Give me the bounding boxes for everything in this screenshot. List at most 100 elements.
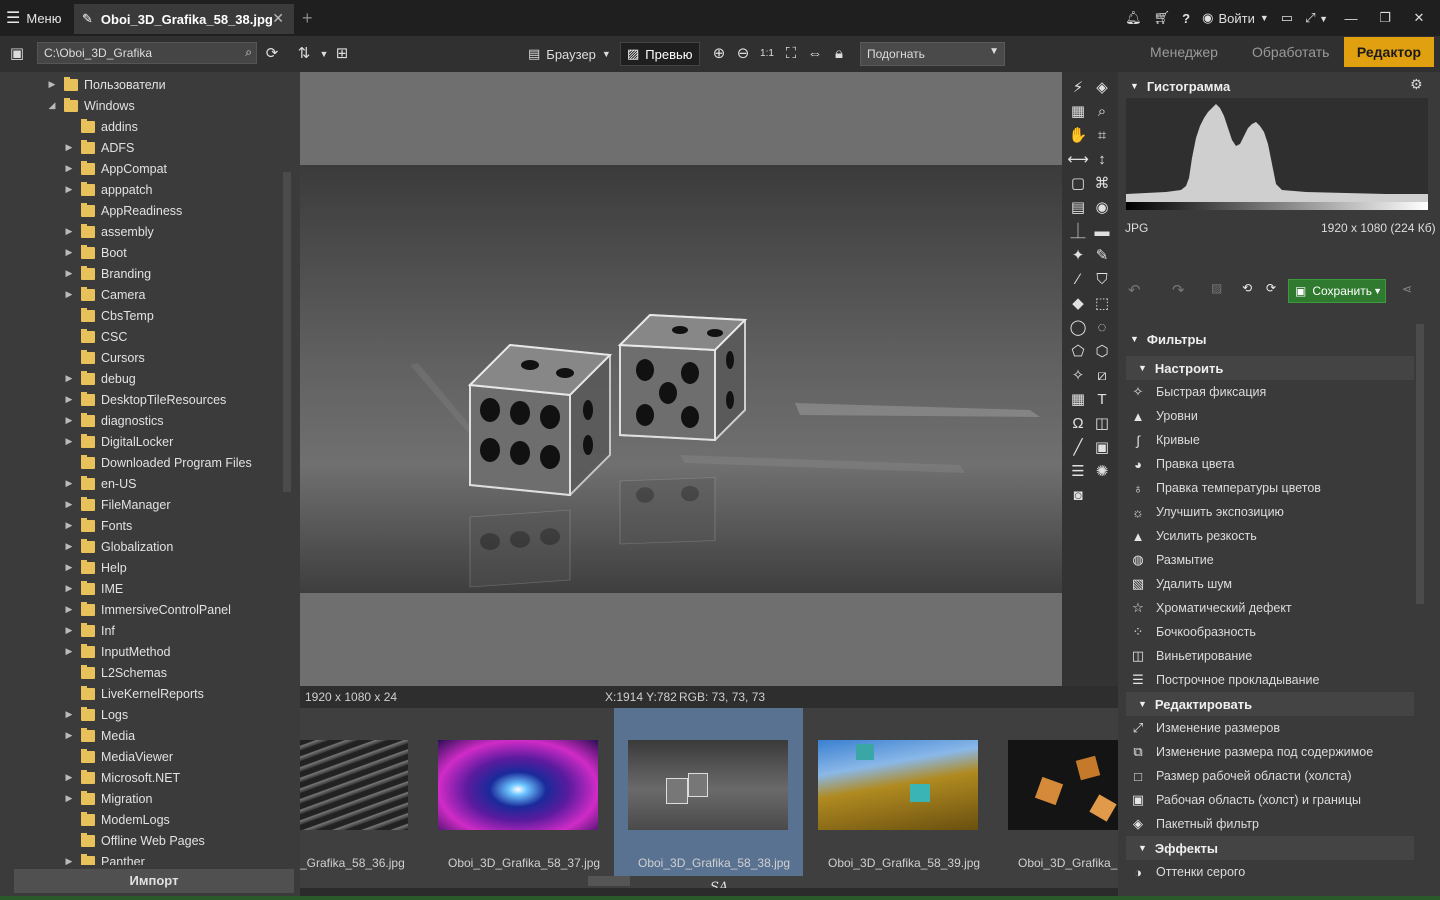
filter-group-header[interactable]: ▼ Настроить [1126, 356, 1414, 380]
refresh-icon[interactable]: ⟳ [262, 44, 282, 64]
rotate-right-icon[interactable]: ⟳ [1266, 281, 1276, 295]
fit-width-icon[interactable]: ⇔ [805, 44, 825, 64]
collapsed-chevron-icon[interactable]: ▶ [63, 520, 75, 531]
lightning-icon[interactable]: ⚡ [1067, 77, 1089, 99]
collapsed-chevron-icon[interactable]: ▶ [63, 415, 75, 426]
rotate-left-icon[interactable]: ⟲ [1242, 281, 1252, 295]
collapsed-chevron-icon[interactable]: ▶ [63, 583, 75, 594]
filter-item[interactable]: ◍ Размытие [1130, 548, 1213, 572]
restore-button[interactable]: ❐ [1374, 10, 1396, 26]
menu-button[interactable]: ☰ Меню [6, 8, 61, 28]
zoom-in-icon[interactable]: ⊕ [709, 44, 729, 64]
histogram-settings-icon[interactable]: ⚙ [1410, 76, 1423, 93]
fit-screen-icon[interactable]: ⛶ [781, 44, 801, 64]
tree-item[interactable]: ▶ Camera [63, 284, 145, 305]
tree-item[interactable]: Offline Web Pages [63, 830, 205, 851]
zoom-out-icon[interactable]: ⊖ [733, 44, 753, 64]
image-canvas[interactable]: ▼ [300, 72, 1093, 686]
sort-chevron-icon[interactable]: ▼ [314, 44, 334, 64]
frame-icon[interactable]: ▣ [1091, 437, 1113, 459]
search-icon[interactable]: ⌕ [245, 45, 252, 60]
close-button[interactable]: ✕ [1408, 10, 1430, 26]
collapsed-chevron-icon[interactable]: ▶ [63, 730, 75, 741]
filter-item[interactable]: ◈ Пакетный фильтр [1130, 812, 1259, 836]
collapsed-chevron-icon[interactable]: ▶ [63, 436, 75, 447]
help-icon[interactable]: ? [1182, 11, 1190, 26]
filter-item[interactable]: ▧ Удалить шум [1130, 572, 1232, 596]
filmstrip-item[interactable]: _Grafika_58_36.jpg [300, 708, 408, 876]
stamp-icon[interactable]: ⏊ [1067, 221, 1089, 243]
filter-item[interactable]: ⁘ Бочкообразность [1130, 620, 1256, 644]
collapsed-chevron-icon[interactable]: ▶ [63, 373, 75, 384]
lasso-icon[interactable]: ◌ [1091, 317, 1113, 339]
tree-item[interactable]: ▶ Boot [63, 242, 127, 263]
sort-icon[interactable]: ⇅ [294, 44, 314, 64]
tree-item[interactable]: MediaViewer [63, 746, 173, 767]
tree-item[interactable]: ▶ Inf [63, 620, 115, 641]
eye-swap-icon[interactable]: ◈ [1091, 77, 1113, 99]
chevron-down-icon[interactable]: ▼ [1373, 286, 1382, 296]
poly-lasso-icon[interactable]: ⬠ [1067, 341, 1089, 363]
tree-item[interactable]: ▶ Migration [63, 788, 152, 809]
tree-item[interactable]: ▶ Panther [63, 851, 145, 865]
filter-item[interactable]: ▣ Рабочая область (холст) и границы [1130, 788, 1361, 812]
filter-group-header[interactable]: ▼ Редактировать [1126, 692, 1414, 716]
collapsed-chevron-icon[interactable]: ▶ [63, 289, 75, 300]
filter-item[interactable]: ⤢ Изменение размеров [1130, 716, 1280, 740]
shape-icon[interactable]: Ω [1067, 413, 1089, 435]
filmstrip-item-selected[interactable]: Oboi_3D_Grafika_58_38.jpg [614, 708, 803, 876]
tree-item[interactable]: addins [63, 116, 138, 137]
crop-icon[interactable]: ⌗ [1091, 125, 1113, 147]
tab-editor[interactable]: Редактор [1344, 37, 1434, 67]
grid-select-icon[interactable]: ▦ [1067, 101, 1089, 123]
hand-icon[interactable]: ✋ [1067, 125, 1089, 147]
edit-select-icon[interactable]: ⧄ [1091, 365, 1113, 387]
lock-icon[interactable]: 🔒︎ [829, 44, 849, 64]
fullscreen-icon[interactable]: ⤢ ▼ [1305, 10, 1328, 26]
tree-item[interactable]: Downloaded Program Files [63, 452, 252, 473]
expanded-chevron-icon[interactable]: ◢ [46, 100, 58, 111]
tree-item[interactable]: ▶ Logs [63, 704, 128, 725]
collapsed-chevron-icon[interactable]: ▶ [63, 247, 75, 258]
hatch-icon[interactable]: ☰ [1067, 461, 1089, 483]
tree-item[interactable]: ▶ Globalization [63, 536, 173, 557]
filmstrip-item[interactable]: Oboi_3D_Grafika_58_37.jpg [428, 708, 608, 876]
filter-item[interactable]: ☆ Хроматический дефект [1130, 596, 1292, 620]
collapsed-chevron-icon[interactable]: ▶ [63, 793, 75, 804]
filter-item[interactable]: ☰ Построчное прокладывание [1130, 668, 1319, 692]
tree-item[interactable]: ▶ assembly [63, 221, 154, 242]
collapsed-chevron-icon[interactable]: ▶ [63, 394, 75, 405]
filter-item[interactable]: ▲ Усилить резкость [1130, 524, 1257, 548]
tree-item[interactable]: ▶ DesktopTileResources [63, 389, 226, 410]
collapsed-chevron-icon[interactable]: ▶ [63, 142, 75, 153]
gradient-icon[interactable]: ▤ [1067, 197, 1089, 219]
redo-icon[interactable]: ↷ [1172, 281, 1185, 299]
collapsed-chevron-icon[interactable]: ▶ [63, 604, 75, 615]
filter-item[interactable]: ⧉ Изменение размера под содержимое [1130, 740, 1373, 764]
cart-icon[interactable]: 🛒︎ [1154, 10, 1171, 26]
tree-item[interactable]: ▶ apppatch [63, 179, 152, 200]
filters-header[interactable]: ▼ Фильтры [1118, 327, 1414, 351]
filter-item[interactable]: ◫ Виньетирование [1130, 644, 1252, 668]
red-eye-icon[interactable]: ◉ [1091, 197, 1113, 219]
tree-item[interactable]: ▶ Branding [63, 263, 151, 284]
eraser-bar-icon[interactable]: ▬ [1091, 221, 1113, 243]
tree-item[interactable]: AppReadiness [63, 200, 182, 221]
line-icon[interactable]: ╱ [1067, 437, 1089, 459]
collapsed-chevron-icon[interactable]: ▶ [63, 646, 75, 657]
filter-item[interactable]: ☼ Улучшить экспозицию [1130, 500, 1284, 524]
save-button[interactable]: ▣ Сохранить ▼ [1288, 279, 1386, 303]
tab-manager[interactable]: Менеджер [1150, 44, 1218, 60]
collapsed-chevron-icon[interactable]: ▶ [63, 163, 75, 174]
document-tab[interactable]: ✎ Oboi_3D_Grafika_58_38.jpg ✕ [74, 4, 294, 34]
tab-process[interactable]: Обработать [1252, 44, 1329, 60]
collapsed-chevron-icon[interactable]: ▶ [63, 562, 75, 573]
login-button[interactable]: ◉ Войти ▼ [1202, 10, 1269, 26]
tree-item[interactable]: CbsTemp [63, 305, 154, 326]
gear-icon[interactable]: ✺ [1091, 461, 1113, 483]
new-folder-icon[interactable]: ⊞ [332, 44, 352, 64]
text-icon[interactable]: T [1091, 389, 1113, 411]
filter-item[interactable]: ▲ Уровни [1130, 404, 1198, 428]
filter-item[interactable]: ✧ Быстрая фиксация [1130, 380, 1267, 404]
tree-item[interactable]: CSC [63, 326, 127, 347]
